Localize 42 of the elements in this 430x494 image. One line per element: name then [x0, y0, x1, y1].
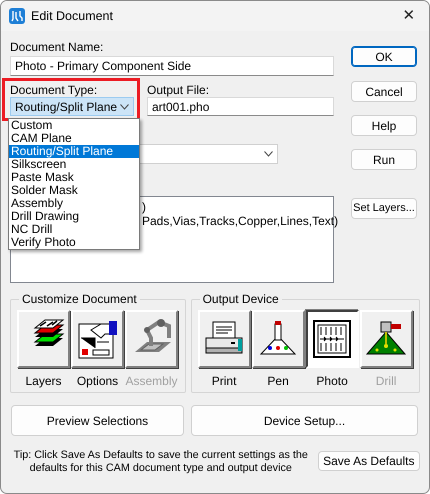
group-title: Customize Document [21, 292, 138, 306]
group-title: Output Device [202, 292, 280, 306]
tip-text: Tip: Click Save As Defaults to save the current settings as the defaults for this CAM document type and output device [13, 449, 309, 475]
tool-label: Assembly [125, 374, 178, 388]
dialog-button[interactable]: Cancel [351, 81, 417, 102]
dropdown-option[interactable]: Routing/Split Plane [9, 145, 139, 158]
dialog-button[interactable]: Help [351, 115, 417, 136]
field-label: Document Type: [10, 83, 98, 97]
tool-label: Photo [315, 374, 349, 388]
set-layers-button[interactable]: Set Layers... [351, 198, 417, 219]
text-field[interactable]: art001.pho [147, 97, 334, 116]
dropdown-option[interactable]: Drill Drawing [9, 210, 139, 223]
tool-label: Options [76, 374, 120, 388]
dropdown-option[interactable]: Assembly [9, 197, 139, 210]
window-title: Edit Document [31, 8, 114, 25]
tool-label: Drill [374, 374, 398, 388]
form-with-hand-icon [76, 318, 118, 360]
text-field[interactable]: Photo - Primary Component Side [10, 56, 334, 76]
tool-label: Print [210, 374, 238, 388]
tool-button[interactable] [306, 310, 359, 368]
dropdown-option[interactable]: Silkscreen [9, 158, 139, 171]
dialog-button[interactable]: OK [351, 46, 417, 67]
app-icon [9, 8, 25, 24]
dropdown-option[interactable]: Custom [9, 119, 139, 132]
dropdown-option[interactable]: Solder Mask [9, 184, 139, 197]
save-defaults-button[interactable]: Save As Defaults [318, 451, 420, 471]
dropdown-option[interactable]: CAM Plane [9, 132, 139, 145]
field-label: Document Name: [10, 40, 104, 54]
dropdown-option[interactable]: Paste Mask [9, 171, 139, 184]
device-setup-button[interactable]: Device Setup... [191, 405, 418, 436]
field-label: Output File: [147, 83, 210, 97]
dropdown-option[interactable]: NC Drill [9, 223, 139, 236]
chevron-icon [264, 151, 273, 157]
dropdown-option[interactable]: Verify Photo [9, 236, 139, 249]
close-button[interactable]: ✕ [389, 1, 429, 31]
dropdown[interactable]: Routing/Split Plane [10, 97, 134, 116]
preview-button[interactable]: Preview Selections [11, 405, 184, 436]
circuit-film-icon [311, 318, 354, 360]
tool-label: Pen [266, 374, 290, 388]
chevron-icon [120, 104, 129, 110]
tool-label: Layers [24, 374, 63, 388]
dialog-button[interactable]: Run [351, 149, 417, 170]
